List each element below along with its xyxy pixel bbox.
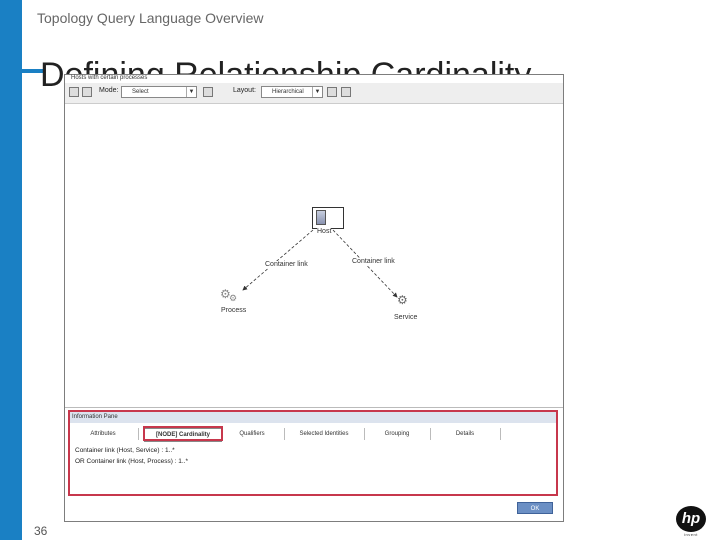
frame-icon[interactable] — [341, 87, 351, 97]
slide-kicker: Topology Query Language Overview — [37, 10, 264, 26]
query-name: Hosts with certain processes — [71, 75, 148, 81]
layout-select[interactable]: Hierarchical ▼ — [261, 86, 323, 98]
mode-select[interactable]: Select ▼ — [121, 86, 197, 98]
hp-logo-icon: hp — [676, 506, 706, 532]
tql-editor-window: Hosts with certain processes Mode: Selec… — [64, 74, 564, 522]
slide-accent-bar — [0, 0, 22, 540]
pointer-icon[interactable] — [203, 87, 213, 97]
mode-label: Mode: — [99, 87, 119, 94]
chevron-down-icon: ▼ — [186, 87, 196, 97]
host-node-label: Host — [317, 228, 332, 235]
right-edge-label: Container link — [352, 258, 395, 265]
edge-host-process[interactable] — [242, 229, 314, 291]
editor-toolbar: Mode: Select ▼ Layout: Hierarchical ▼ — [65, 83, 563, 104]
process-node-label: Process — [221, 307, 247, 314]
pane-splitter[interactable] — [65, 407, 563, 408]
layout-value: Hierarchical — [272, 89, 304, 95]
host-node[interactable] — [312, 207, 344, 229]
mode-value: Select — [132, 89, 149, 95]
query-canvas[interactable]: Host ⚙ ⚙ Process ⚙ Service Container lin… — [65, 105, 563, 405]
service-icon[interactable]: ⚙ — [397, 293, 408, 307]
save-icon[interactable] — [69, 87, 79, 97]
left-edge-label: Container link — [265, 261, 308, 268]
ok-button[interactable]: OK — [517, 502, 553, 514]
graph-edges — [242, 229, 398, 298]
server-icon — [316, 210, 326, 225]
chevron-down-icon: ▼ — [312, 87, 322, 97]
page-number: 36 — [34, 524, 48, 538]
cardinality-tab-highlight — [143, 426, 223, 441]
view-icon[interactable] — [82, 87, 92, 97]
information-pane-highlight — [68, 410, 558, 496]
apply-layout-icon[interactable] — [327, 87, 337, 97]
layout-label: Layout: — [233, 87, 256, 94]
hp-logo: hp invent — [672, 506, 710, 540]
logo-tagline: invent — [684, 532, 698, 537]
process-gear-small-icon: ⚙ — [229, 293, 238, 303]
service-node-label: Service — [394, 314, 418, 321]
